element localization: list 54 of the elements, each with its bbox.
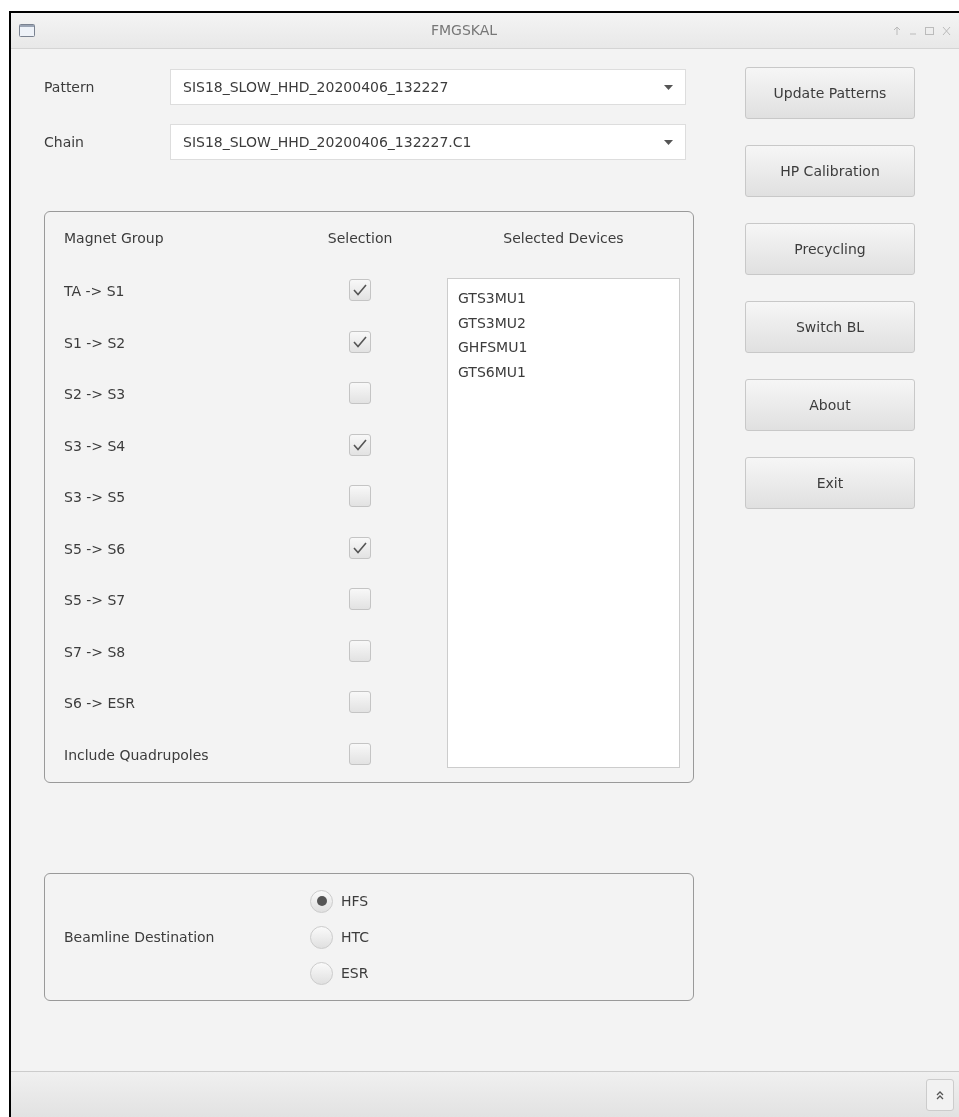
checkmark-icon	[353, 438, 368, 451]
magnet-group-label: Include Quadrupoles	[64, 745, 210, 765]
checkbox[interactable]	[349, 588, 372, 610]
checkbox[interactable]	[349, 279, 372, 301]
action-button[interactable]: HP Calibration	[745, 145, 915, 197]
column-header: Selected Devices	[503, 229, 624, 248]
action-button[interactable]: Switch BL	[745, 301, 915, 353]
action-button[interactable]: About	[745, 379, 915, 431]
magnet-group-label: S7 -> S8	[64, 642, 127, 662]
magnet-group-label: TA -> S1	[64, 282, 126, 301]
checkbox[interactable]	[349, 742, 372, 765]
checkmark-icon	[353, 284, 368, 296]
device-item[interactable]: GTS3MU1	[458, 288, 679, 313]
checkmark-icon	[353, 541, 368, 554]
magnet-group-label: S5 -> S6	[64, 539, 127, 559]
checkbox[interactable]	[349, 485, 372, 507]
checkbox[interactable]	[349, 330, 372, 353]
magnet-group-label: S5 -> S7	[64, 591, 127, 610]
radio-option[interactable]: ESR	[310, 961, 370, 985]
double-chevron-up-icon	[935, 1089, 945, 1100]
device-item[interactable]: GTS6MU1	[458, 361, 679, 386]
checkbox[interactable]	[349, 382, 372, 404]
action-button[interactable]: Exit	[745, 457, 915, 509]
magnet-group-label: S2 -> S3	[64, 385, 127, 404]
action-button[interactable]: Update Patterns	[745, 67, 915, 119]
dropdown-arrow-icon	[664, 139, 673, 145]
window-title: FMGSKAL	[429, 21, 499, 40]
field-label: Chain	[44, 132, 85, 152]
dropdown-arrow-icon	[664, 84, 673, 90]
field-label: Pattern	[44, 77, 96, 97]
device-item[interactable]: GTS3MU2	[458, 312, 679, 337]
expand-button[interactable]	[926, 1078, 954, 1111]
magnet-group-label: S3 -> S4	[64, 436, 127, 456]
checkbox[interactable]	[349, 639, 372, 662]
column-header: Magnet Group	[64, 229, 165, 248]
magnet-group-label: S1 -> S2	[64, 333, 127, 353]
beamline-label: Beamline Destination	[64, 927, 216, 947]
device-item[interactable]: GHFSMU1	[458, 337, 679, 362]
maximize-icon[interactable]	[925, 25, 934, 36]
dropdown[interactable]: SIS18_SLOW_HHD_20200406_132227	[170, 69, 686, 105]
checkbox[interactable]	[349, 691, 372, 713]
radio-option[interactable]: HTC	[310, 925, 370, 949]
dropdown[interactable]: SIS18_SLOW_HHD_20200406_132227.C1	[170, 124, 686, 160]
magnet-group-label: S6 -> ESR	[64, 694, 136, 713]
magnet-group-label: S3 -> S5	[64, 488, 127, 507]
checkbox[interactable]	[349, 433, 372, 456]
radio-option[interactable]: HFS	[310, 889, 370, 913]
action-button[interactable]: Precycling	[745, 223, 915, 275]
checkmark-icon	[353, 335, 368, 348]
close-icon[interactable]	[942, 25, 951, 36]
window-icon	[19, 24, 35, 37]
column-header: Selection	[327, 229, 393, 248]
checkbox[interactable]	[349, 536, 372, 559]
arrow-up-icon[interactable]	[893, 25, 901, 36]
